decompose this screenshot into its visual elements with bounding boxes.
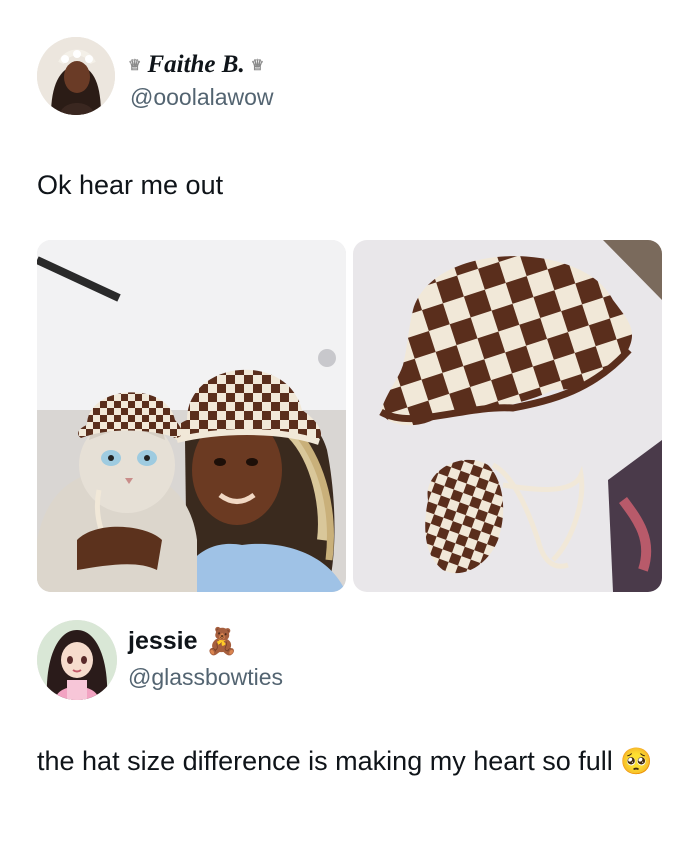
display-name-row[interactable]: jessie 🧸 — [128, 625, 238, 657]
user-handle[interactable]: @glassbowties — [128, 664, 283, 691]
tweet-text: Ok hear me out — [37, 170, 224, 200]
crown-icon: ♕ — [250, 57, 265, 74]
tweet-text: the hat size difference is making my hea… — [37, 741, 657, 781]
tweet-text-content: the hat size difference is making my hea… — [37, 746, 613, 776]
photo-two-hats-table-icon — [353, 240, 662, 592]
avatar-portrait-icon — [37, 37, 115, 115]
photo-woman-cat-hats-icon — [37, 240, 346, 592]
display-name: Faithe B. — [147, 51, 245, 78]
avatar-jessie[interactable] — [37, 620, 117, 700]
teddy-bear-icon: 🧸 — [205, 625, 238, 656]
avatar-anime-girl-icon — [37, 620, 117, 700]
media-photo-2[interactable] — [353, 240, 662, 592]
crown-icon: ♕ — [128, 57, 142, 74]
avatar-faithe[interactable] — [37, 37, 115, 115]
display-name-row[interactable]: ♕ Faithe B. ♕ — [128, 50, 264, 80]
user-handle[interactable]: @ooolalawow — [130, 84, 274, 111]
pleading-face-icon: 🥺 — [620, 746, 653, 776]
media-photo-1[interactable] — [37, 240, 346, 592]
display-name: jessie — [128, 626, 198, 655]
